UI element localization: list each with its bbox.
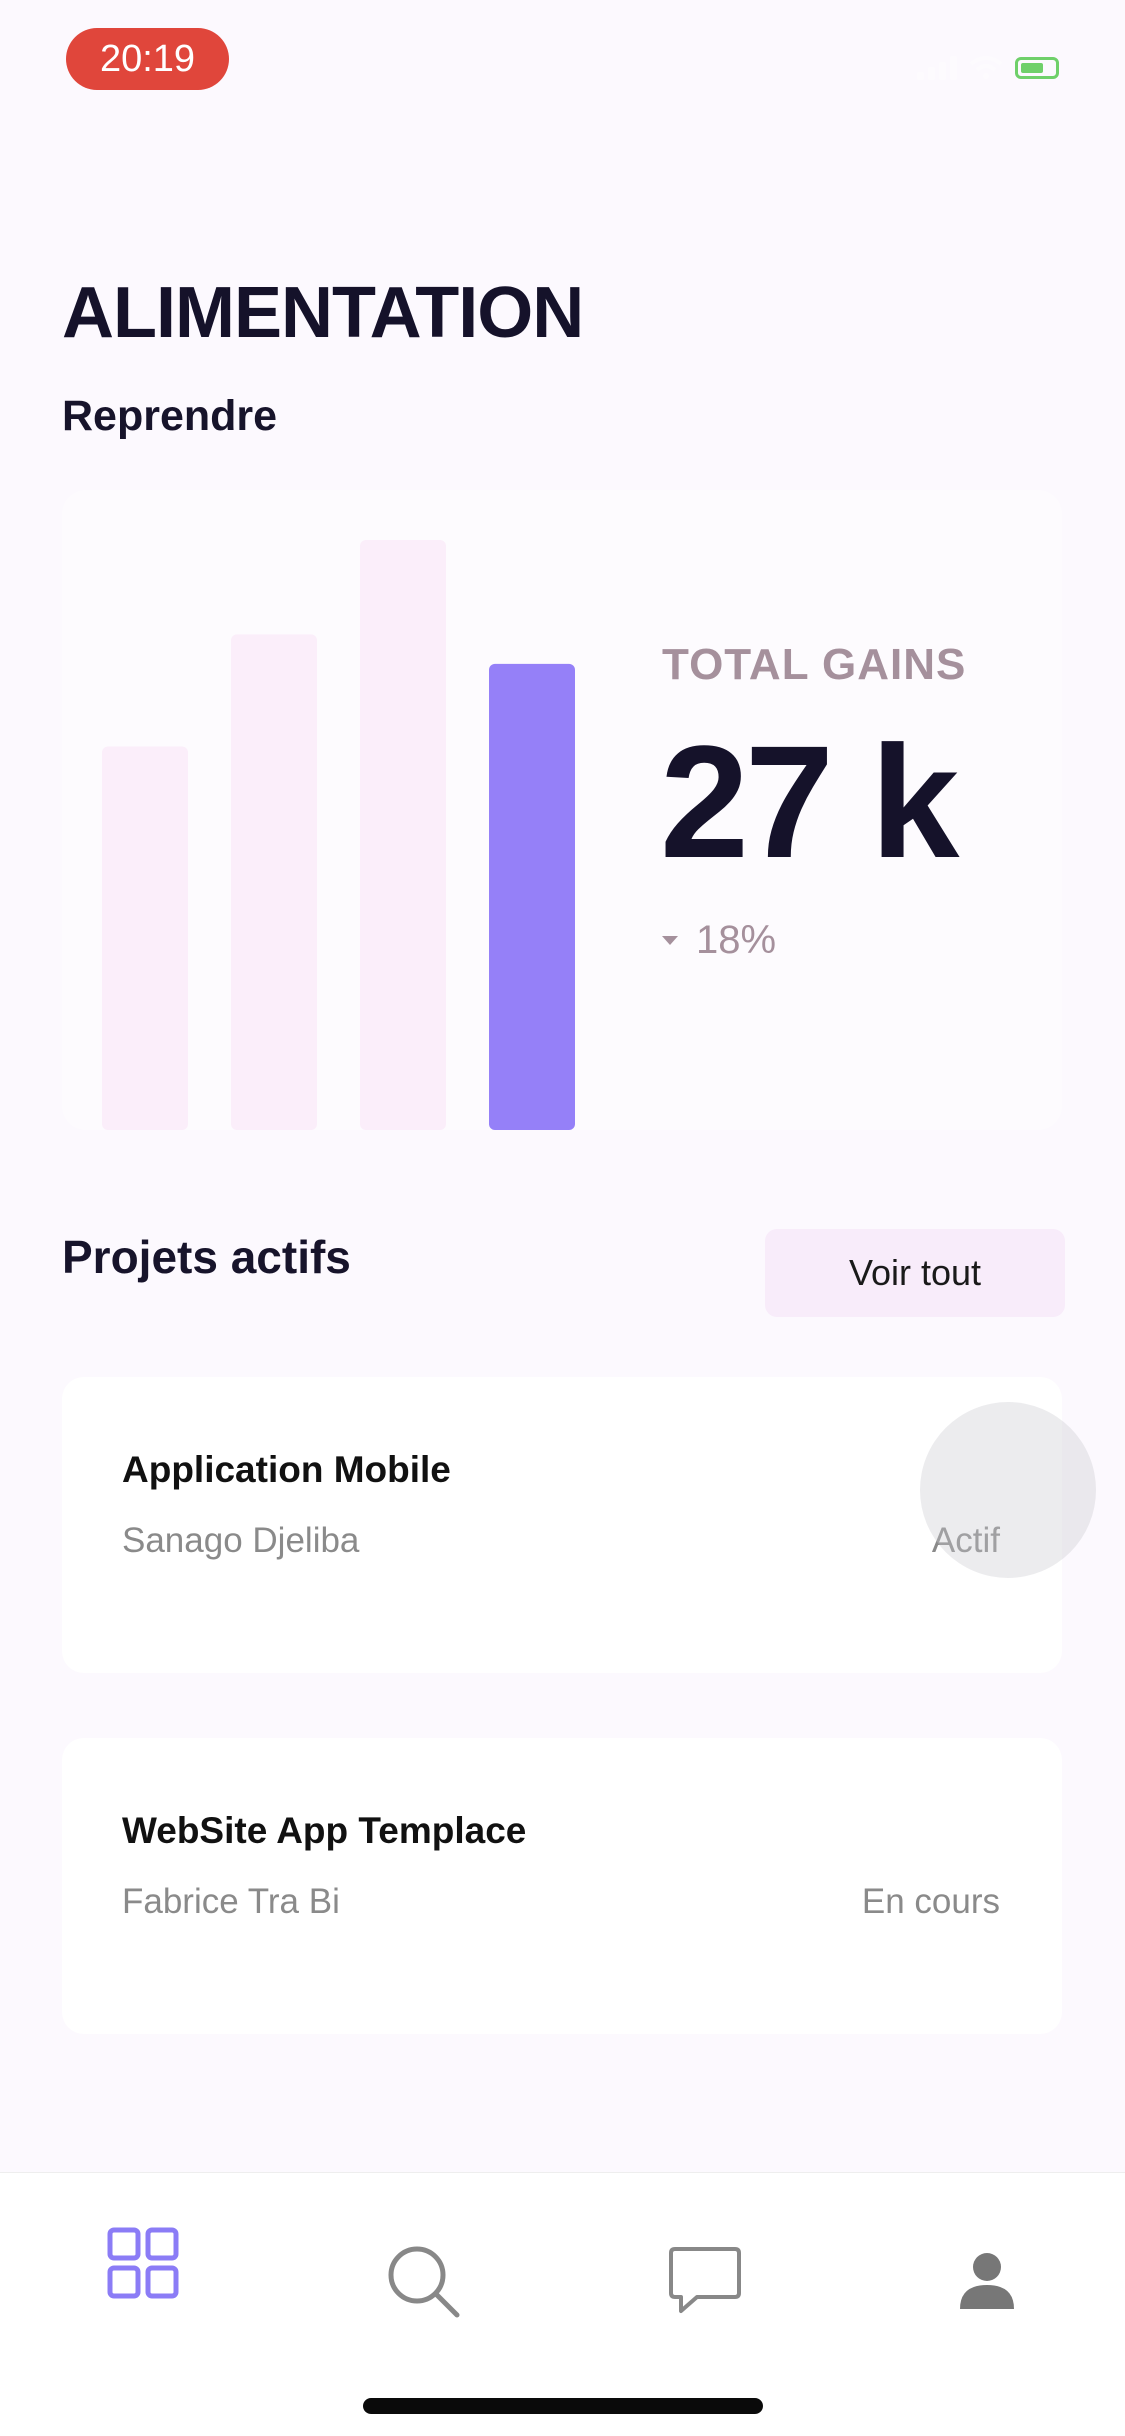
tab-bar [0,2172,1125,2436]
page-title: ALIMENTATION [62,273,584,353]
touch-indicator [920,1402,1096,1578]
total-gains-value: 27 k [660,712,959,891]
project-name: WebSite App Templace [122,1810,527,1851]
projects-title: Projets actifs [62,1231,351,1283]
chart-bar-highlighted [489,663,575,1130]
project-owner: Sanago Djeliba [122,1521,360,1560]
signal-icon [917,56,957,80]
profile-icon [960,2253,1014,2309]
tab-home[interactable] [83,2203,203,2323]
down-arrow-icon [662,936,678,945]
status-icons [917,56,1059,80]
battery-icon [1015,57,1059,79]
project-owner: Fabrice Tra Bi [122,1882,340,1921]
status-bar: 20:19 [0,0,1125,120]
project-card[interactable]: Application Mobile Sanago Djeliba Actif [62,1377,1062,1673]
earnings-summary-card: TOTAL GAINS 27 k 18% [62,490,1062,1130]
gains-change-value: 18% [696,918,777,962]
project-card[interactable]: WebSite App Templace Fabrice Tra Bi En c… [62,1738,1062,2034]
chart-bar [360,540,446,1130]
gains-change: 18% [662,918,776,963]
home-indicator [363,2398,763,2414]
project-status: En cours [861,1882,1000,1921]
tab-messages[interactable] [645,2221,765,2341]
search-icon [388,2246,460,2318]
wifi-icon [969,56,1003,79]
chart-bar [102,746,188,1130]
tab-search[interactable] [363,2221,483,2341]
status-time: 20:19 [66,28,229,90]
see-all-button[interactable]: Voir tout [765,1229,1065,1317]
tab-profile[interactable] [927,2221,1047,2341]
chat-icon [669,2247,741,2313]
grid-icon [107,2227,179,2299]
project-name: Application Mobile [122,1449,451,1490]
section-subtitle: Reprendre [62,392,278,440]
chart-bar [231,634,317,1130]
earnings-bar-chart [102,540,575,1130]
total-gains-label: TOTAL GAINS [662,640,967,689]
